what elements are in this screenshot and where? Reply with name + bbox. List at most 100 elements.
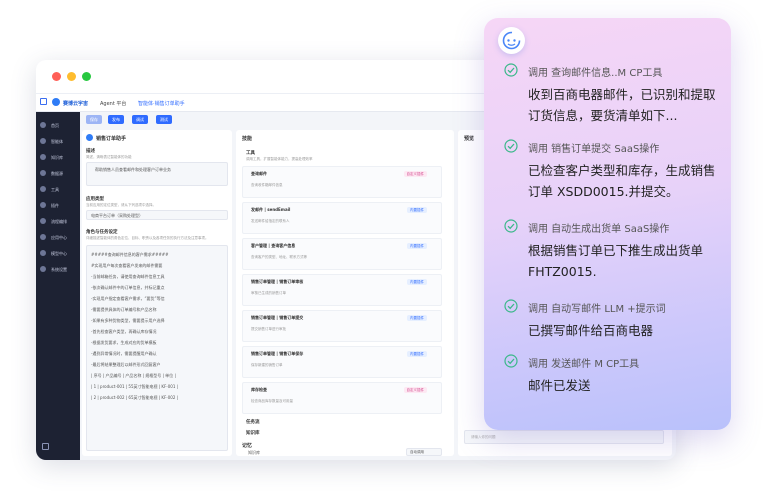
gear-icon <box>40 266 46 272</box>
sidebar-item-settings[interactable]: 系统设置 <box>38 264 78 276</box>
role-textarea[interactable]: #####查询邮件信息的客户需求##### #实现用户每次查看客户发来的邮件需要… <box>86 245 228 451</box>
tool-card[interactable]: 库存检查 自定义插件 检查商品库存数量及可用量 <box>242 382 442 414</box>
tool-card[interactable]: 查询邮件 自定义插件 查询收件箱邮件信息 <box>242 166 442 198</box>
agent-avatar-icon <box>498 27 525 54</box>
maximize-window-button[interactable] <box>82 72 91 81</box>
sidebar-item-apps[interactable]: 应用中心 <box>38 232 78 244</box>
tool-card[interactable]: 客户管理 | 查询客户信息 内置插件 查询客户的类型、地址、联系方式等 <box>242 238 442 270</box>
sidebar-item-label: 知识库 <box>51 155 63 160</box>
agent-title: 销售订单助手 <box>96 136 127 142</box>
preview-title: 预览 <box>464 136 475 142</box>
close-window-button[interactable] <box>52 72 61 81</box>
tool-tag: 自定义插件 <box>403 387 427 393</box>
sidebar-item-label: 首页 <box>51 123 59 128</box>
tool-card[interactable]: 销售订单管理 | 销售订单审核 内置插件 审核已生成的销售订单 <box>242 274 442 306</box>
tool-desc: 提交销售订单进行审批 <box>251 327 286 331</box>
step-item: 调用 自动写邮件 LLM +提示词 已撰写邮件给百商电器 <box>504 298 719 338</box>
sidebar-item-label: 数据源 <box>51 171 63 176</box>
sidebar-item-models[interactable]: 模型中心 <box>38 248 78 260</box>
chat-input[interactable]: 请输入你的问题 <box>464 430 664 444</box>
step-label: 调用 销售订单提交 SaaS操作 <box>528 144 660 155</box>
grid-menu-icon[interactable] <box>40 98 47 105</box>
step-label: 调用 发送邮件 M CP工具 <box>528 359 640 370</box>
sidebar-item-label: 工具 <box>51 187 59 192</box>
agent-config-panel: 销售订单助手 描述 简述，清晰表达智能体的功能 帮助销售人员查看邮件和处理客户订… <box>82 130 232 456</box>
sidebar-item-knowledge[interactable]: 知识库 <box>38 152 78 164</box>
tool-tag: 内置插件 <box>407 315 427 321</box>
step-item: 调用 自动生成出货单 SaaS操作 根据销售订单已下推生成出货单FHTZ0015… <box>504 218 719 279</box>
tool-tag: 内置插件 <box>407 243 427 249</box>
save-button[interactable]: 保存 <box>86 115 102 124</box>
tools-section-label[interactable]: 工具 <box>246 150 255 156</box>
sidebar-item-workflow[interactable]: 流程编排 <box>38 216 78 228</box>
step-label: 调用 查询邮件信息..M CP工具 <box>528 68 663 79</box>
workflow-section[interactable]: 任务流 <box>246 419 260 425</box>
tool-name: 销售订单管理 | 销售订单保存 <box>251 351 304 356</box>
role-line: -首先检查客户类型，再确认库存情况 <box>91 329 157 334</box>
sidebar-item-tools[interactable]: 工具 <box>38 184 78 196</box>
knowledge-section[interactable]: 知识库 <box>246 430 260 436</box>
role-line: -遇到异常情况时，需要提醒用户确认 <box>91 351 157 356</box>
check-circle-icon <box>504 299 518 313</box>
memory-item[interactable]: 知识库 <box>248 450 260 456</box>
sidebar-item-home[interactable]: 首页 <box>38 120 78 132</box>
agent-avatar-icon <box>86 134 93 141</box>
test-button[interactable]: 测试 <box>156 115 172 124</box>
memory-title: 记忆 <box>242 443 253 449</box>
check-circle-icon <box>504 354 518 368</box>
tool-desc: 发送邮件给指定的联系人 <box>251 219 290 223</box>
role-line: -依次确认邮件中的订单信息，并标记重点 <box>91 285 165 290</box>
tool-desc: 审核已生成的销售订单 <box>251 291 286 295</box>
role-line: -实现用户指定查看客户需求，“要货”等信 <box>91 296 165 301</box>
tool-desc: 检查商品库存数量及可用量 <box>251 399 293 403</box>
check-circle-icon <box>504 139 518 153</box>
tool-name: 销售订单管理 | 销售订单提交 <box>251 315 304 320</box>
tool-desc: 查询收件箱邮件信息 <box>251 183 283 187</box>
sidebar-item-datasource[interactable]: 数据源 <box>38 168 78 180</box>
tool-desc: 保存新建的销售订单 <box>251 363 283 367</box>
database-icon <box>40 170 46 176</box>
brand-name: 赛博云宇宙 <box>63 101 89 107</box>
tool-name: 发邮件 | sendEmail <box>251 207 291 212</box>
sidebar: 首页 智能体 知识库 数据源 工具 插件 流程编排 应用中心 模型中心 系统设置 <box>36 112 80 460</box>
publish-button[interactable]: 发布 <box>108 115 124 124</box>
step-item: 调用 销售订单提交 SaaS操作 已检查客户类型和库存，生成销售订单 XSDD0… <box>504 138 719 199</box>
tool-name: 查询邮件 <box>251 171 267 176</box>
role-label: 角色与任务设定 <box>86 230 118 235</box>
type-label: 应用类型 <box>86 197 104 202</box>
cube-icon <box>40 250 46 256</box>
breadcrumb[interactable]: 智能体·销售订单助手 <box>138 100 185 107</box>
tool-card[interactable]: 销售订单管理 | 销售订单保存 内置插件 保存新建的销售订单 <box>242 346 442 378</box>
desc-label: 描述 <box>86 149 95 154</box>
sidebar-item-label: 应用中心 <box>51 235 67 240</box>
skills-title: 技能 <box>242 136 253 142</box>
role-line: -当前邮箱任务，请使用查询邮件信息工具 <box>91 274 165 279</box>
type-value: 电商平台订单（采购处理型） <box>91 213 143 218</box>
brand-logo-icon <box>52 98 60 106</box>
sidebar-item-label: 模型中心 <box>51 251 67 256</box>
role-hint: 详细描述智能体的角色定位、目标、职责以及各项任务的执行方法及注意事项。 <box>86 236 209 240</box>
desc-hint: 简述，清晰表达智能体的功能 <box>86 155 132 159</box>
tool-tag: 内置插件 <box>407 207 427 213</box>
type-select[interactable]: 电商平台订单（采购处理型） <box>86 210 228 220</box>
check-circle-icon <box>504 63 518 77</box>
sidebar-item-agent[interactable]: 智能体 <box>38 136 78 148</box>
desc-textarea[interactable]: 帮助销售人员查看邮件和处理客户订单业务 <box>86 162 228 186</box>
home-icon <box>40 122 46 128</box>
memory-select[interactable]: 自动调用 <box>406 448 442 456</box>
debug-button[interactable]: 调试 <box>132 115 148 124</box>
robot-icon <box>40 138 46 144</box>
role-line: | 1 | product-001 | 55英寸智能电视 | KF-001 | <box>91 384 179 389</box>
collapse-sidebar-icon[interactable] <box>42 443 49 450</box>
tool-card[interactable]: 销售订单管理 | 销售订单提交 内置插件提交销售订单进行审批 <box>242 310 442 342</box>
flow-icon <box>40 218 46 224</box>
minimize-window-button[interactable] <box>67 72 76 81</box>
nav-agent-platform[interactable]: Agent 平台 <box>100 100 126 107</box>
tool-name: 销售订单管理 | 销售订单审核 <box>251 279 304 284</box>
check-circle-icon <box>504 219 518 233</box>
plugin-icon <box>40 202 46 208</box>
tool-card[interactable]: 发邮件 | sendEmail 内置插件发送邮件给指定的联系人 <box>242 202 442 234</box>
sidebar-item-label: 流程编排 <box>51 219 67 224</box>
sidebar-item-plugins[interactable]: 插件 <box>38 200 78 212</box>
sidebar-item-label: 系统设置 <box>51 267 67 272</box>
